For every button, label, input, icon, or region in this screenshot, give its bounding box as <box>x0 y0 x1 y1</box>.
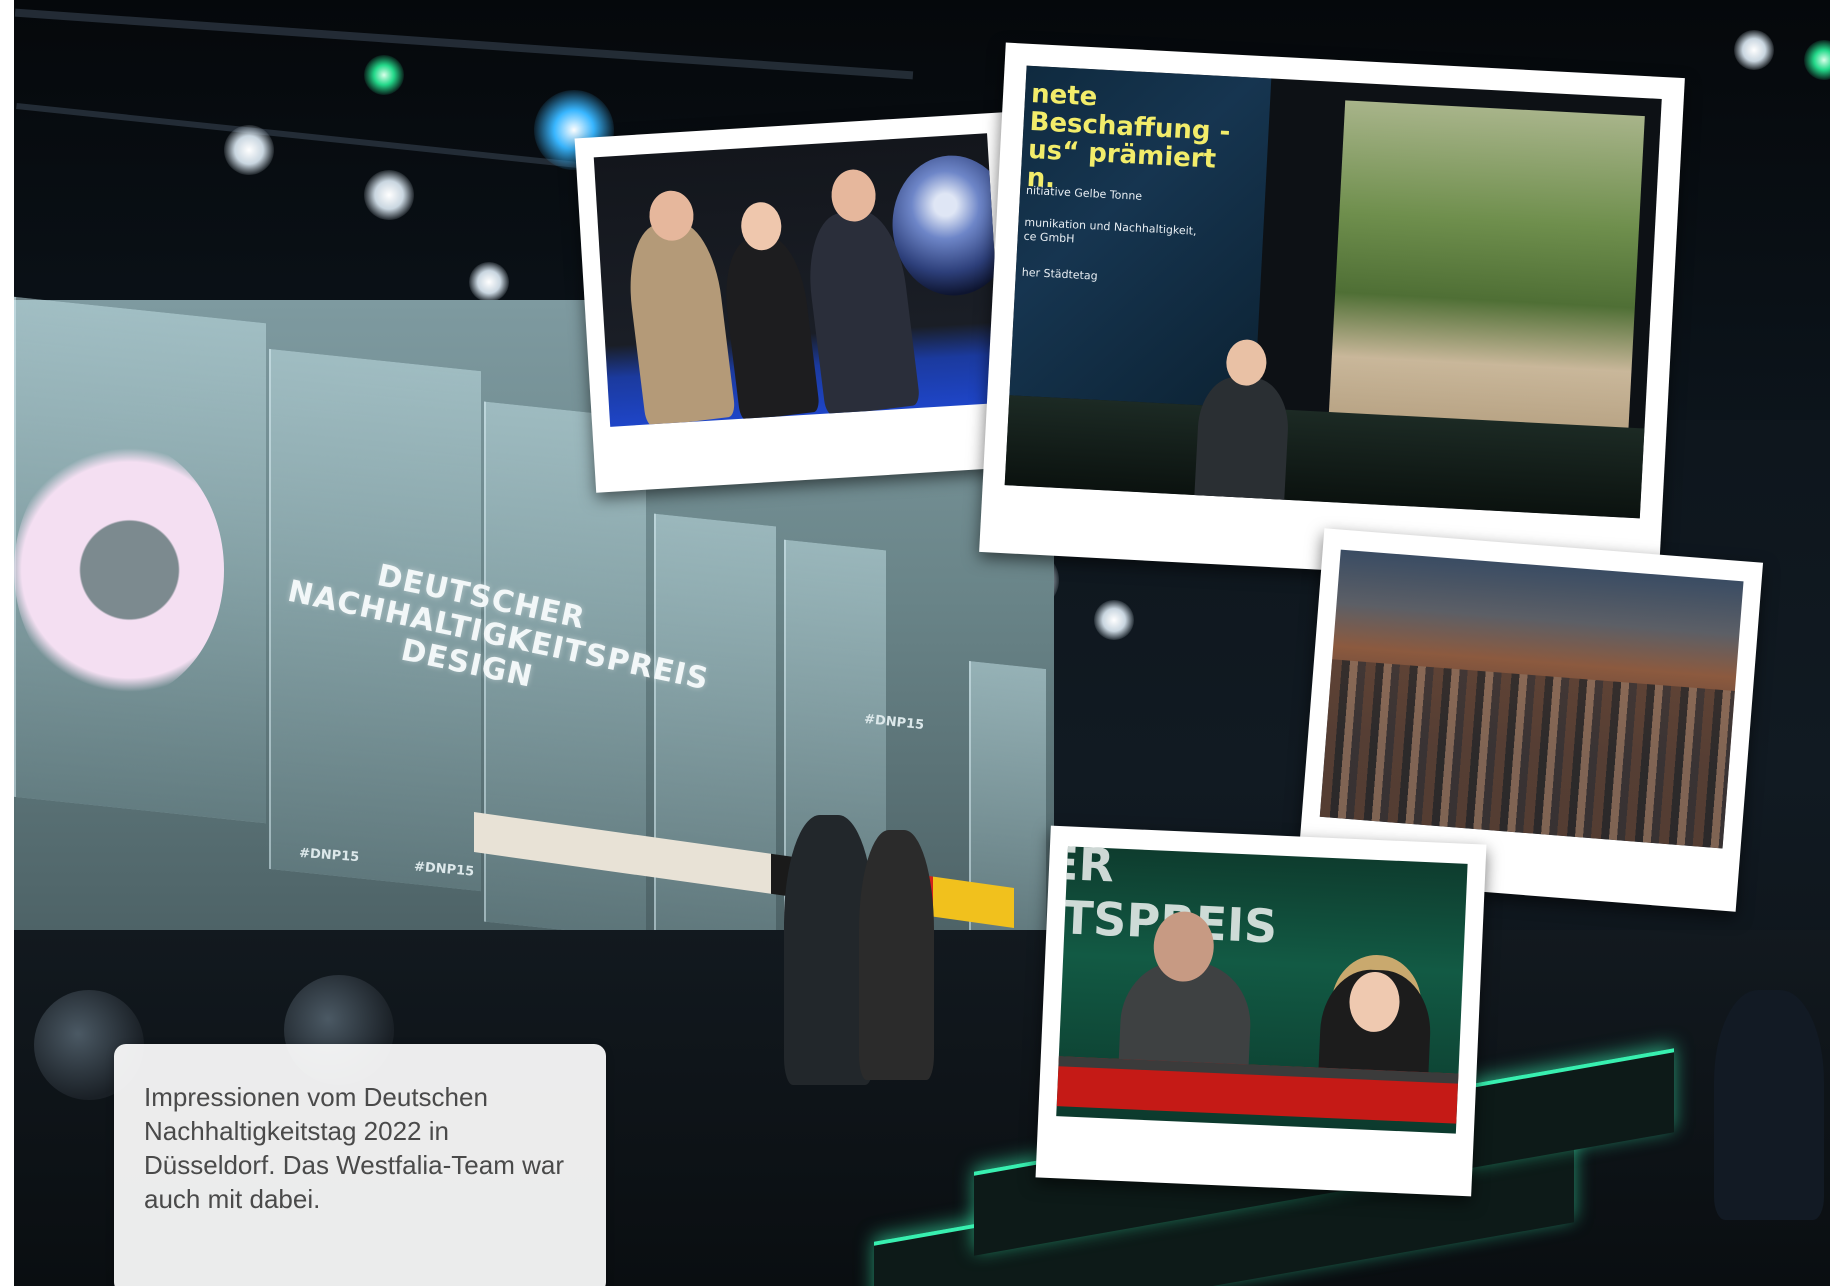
ceiling-spotlight <box>469 262 509 302</box>
photo-speaker-presentation: nete Beschaffung - us“ prämiert n. nitia… <box>979 42 1685 588</box>
photo-image <box>593 133 1004 427</box>
ceiling-spotlight <box>364 55 404 95</box>
slide-body: nitiative Gelbe Tonne munikation und Nac… <box>1021 184 1198 289</box>
backdrop-panel <box>654 513 776 977</box>
photo-team-at-photo-wall <box>574 112 1026 493</box>
team-member <box>718 232 821 422</box>
stage-logo-ring <box>14 440 224 700</box>
playground-image-screen <box>1328 100 1645 436</box>
caption-box: Impressionen vom Deutschen Nachhaltigkei… <box>114 1044 606 1286</box>
ceiling-spotlight <box>1734 30 1774 70</box>
caption-text: Impressionen vom Deutschen Nachhaltigkei… <box>144 1082 564 1214</box>
ceiling-spotlight <box>1094 600 1134 640</box>
photo-image: ER ITSPREIS <box>1056 846 1468 1134</box>
photo-image <box>1319 549 1744 849</box>
ceiling-spotlight <box>224 125 274 175</box>
photo-moderator-interview: ER ITSPREIS <box>1035 825 1487 1197</box>
audience-person <box>1714 990 1824 1220</box>
team-member <box>622 217 736 427</box>
audience-crowd <box>1319 659 1735 849</box>
award-sphere <box>888 152 1004 300</box>
page: DEUTSCHER NACHHALTIGKEITSPREIS DESIGN #D… <box>0 0 1830 1286</box>
speaker-person <box>1193 375 1291 510</box>
photo-image: nete Beschaffung - us“ prämiert n. nitia… <box>1004 65 1662 519</box>
stage-person <box>859 830 934 1080</box>
ceiling-spotlight <box>364 170 414 220</box>
